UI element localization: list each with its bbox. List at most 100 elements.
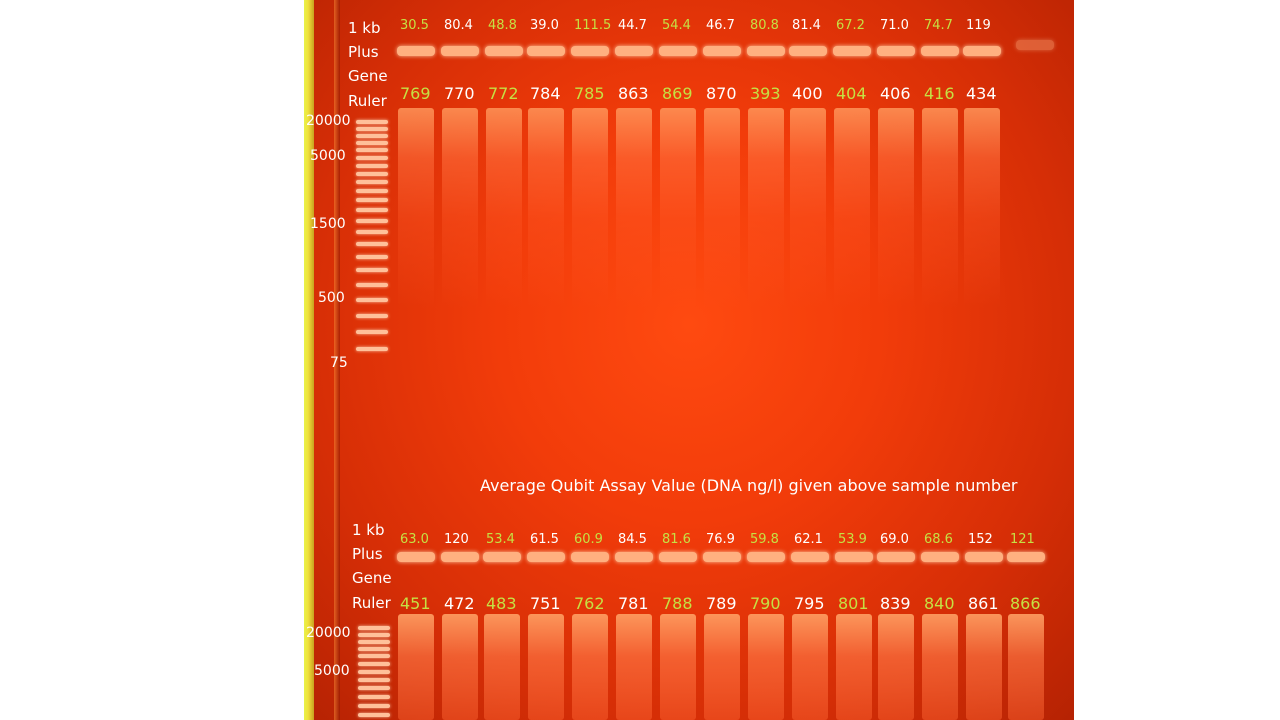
bottom-sample-lane xyxy=(792,614,828,720)
top-ladder-band xyxy=(356,134,388,138)
bottom-sample-lane xyxy=(572,614,608,720)
gel-image: 1 kb Plus Gene Ruler 20000 5000 1500 500… xyxy=(304,0,1074,720)
top-ladder-band xyxy=(356,347,388,351)
top-sample-number: 870 xyxy=(706,84,737,103)
size-marker: 5000 xyxy=(314,663,350,679)
top-qubit-value: 54.4 xyxy=(662,18,691,33)
top-sample-number: 404 xyxy=(836,84,867,103)
bottom-qubit-value: 61.5 xyxy=(530,532,559,547)
bottom-qubit-value: 62.1 xyxy=(794,532,823,547)
bottom-ladder-band xyxy=(358,626,390,630)
top-sample-lane xyxy=(790,108,826,308)
top-qubit-value: 67.2 xyxy=(836,18,865,33)
bottom-qubit-value: 76.9 xyxy=(706,532,735,547)
top-ladder-band xyxy=(356,219,388,223)
top-ladder-band xyxy=(356,164,388,168)
bottom-well xyxy=(659,552,697,562)
bottom-qubit-value: 53.4 xyxy=(486,532,515,547)
top-ladder-band xyxy=(356,148,388,152)
bottom-well xyxy=(1007,552,1045,562)
bottom-well xyxy=(965,552,1003,562)
bottom-qubit-value: 120 xyxy=(444,532,469,547)
bottom-sample-lane xyxy=(528,614,564,720)
bottom-sample-number: 839 xyxy=(880,594,911,613)
top-well xyxy=(571,46,609,56)
top-sample-lane xyxy=(398,108,434,308)
bottom-sample-lane xyxy=(748,614,784,720)
top-qubit-value: 80.4 xyxy=(444,18,473,33)
bottom-ladder-band xyxy=(358,640,390,644)
bottom-sample-lane xyxy=(442,614,478,720)
top-sample-number: 769 xyxy=(400,84,431,103)
top-well xyxy=(877,46,915,56)
size-marker: 5000 xyxy=(310,148,346,164)
bottom-ladder-band xyxy=(358,686,390,690)
bottom-sample-number: 795 xyxy=(794,594,825,613)
bottom-qubit-value: 69.0 xyxy=(880,532,909,547)
bottom-sample-number: 781 xyxy=(618,594,649,613)
top-qubit-value: 81.4 xyxy=(792,18,821,33)
top-sample-number: 784 xyxy=(530,84,561,103)
top-well xyxy=(789,46,827,56)
top-ladder-label-line: Plus xyxy=(348,43,379,61)
bottom-well xyxy=(747,552,785,562)
top-well xyxy=(1016,40,1054,50)
bottom-ladder-label-line: 1 kb xyxy=(352,521,385,539)
top-sample-lane xyxy=(572,108,608,308)
top-ladder-band xyxy=(356,172,388,176)
bottom-sample-lane xyxy=(484,614,520,720)
bottom-ladder-band xyxy=(358,713,390,717)
top-sample-number: 785 xyxy=(574,84,605,103)
top-qubit-value: 48.8 xyxy=(488,18,517,33)
top-sample-lane xyxy=(442,108,478,308)
top-qubit-value: 30.5 xyxy=(400,18,429,33)
top-ladder-band xyxy=(356,180,388,184)
top-well xyxy=(397,46,435,56)
top-sample-number: 770 xyxy=(444,84,475,103)
bottom-qubit-value: 53.9 xyxy=(838,532,867,547)
top-qubit-value: 111.5 xyxy=(574,18,612,33)
top-ladder-band xyxy=(356,314,388,318)
top-sample-lane xyxy=(660,108,696,308)
top-sample-lane xyxy=(616,108,652,308)
bottom-well xyxy=(571,552,609,562)
bottom-sample-number: 801 xyxy=(838,594,869,613)
top-sample-number: 400 xyxy=(792,84,823,103)
bottom-well xyxy=(441,552,479,562)
top-ladder-label-line: 1 kb xyxy=(348,19,381,37)
bottom-sample-lane xyxy=(922,614,958,720)
top-well xyxy=(441,46,479,56)
top-well xyxy=(963,46,1001,56)
bottom-sample-lane xyxy=(878,614,914,720)
bottom-qubit-value: 63.0 xyxy=(400,532,429,547)
bottom-sample-lane xyxy=(704,614,740,720)
bottom-ladder-label-line: Gene xyxy=(352,569,392,587)
bottom-sample-number: 483 xyxy=(486,594,517,613)
bottom-well xyxy=(703,552,741,562)
bottom-ladder-band xyxy=(358,654,390,658)
bottom-sample-number: 866 xyxy=(1010,594,1041,613)
bottom-sample-lane xyxy=(1008,614,1044,720)
bottom-ladder-band xyxy=(358,678,390,682)
top-ladder-band xyxy=(356,230,388,234)
top-qubit-value: 119 xyxy=(966,18,991,33)
top-sample-lane xyxy=(964,108,1000,308)
bottom-qubit-value: 84.5 xyxy=(618,532,647,547)
bottom-sample-number: 788 xyxy=(662,594,693,613)
top-qubit-value: 44.7 xyxy=(618,18,647,33)
top-ladder-band xyxy=(356,127,388,131)
bottom-ladder-band xyxy=(358,695,390,699)
top-qubit-value: 71.0 xyxy=(880,18,909,33)
bottom-well xyxy=(397,552,435,562)
top-well xyxy=(747,46,785,56)
bottom-ladder-label-line: Ruler xyxy=(352,594,391,612)
gel-caption: Average Qubit Assay Value (DNA ng/l) giv… xyxy=(480,476,1018,495)
top-ladder-label-line: Ruler xyxy=(348,92,387,110)
bottom-ladder-band xyxy=(358,704,390,708)
bottom-qubit-value: 68.6 xyxy=(924,532,953,547)
bottom-well xyxy=(921,552,959,562)
top-ladder-band xyxy=(356,298,388,302)
gel-tray-edge xyxy=(304,0,314,720)
bottom-qubit-value: 152 xyxy=(968,532,993,547)
top-sample-number: 772 xyxy=(488,84,519,103)
